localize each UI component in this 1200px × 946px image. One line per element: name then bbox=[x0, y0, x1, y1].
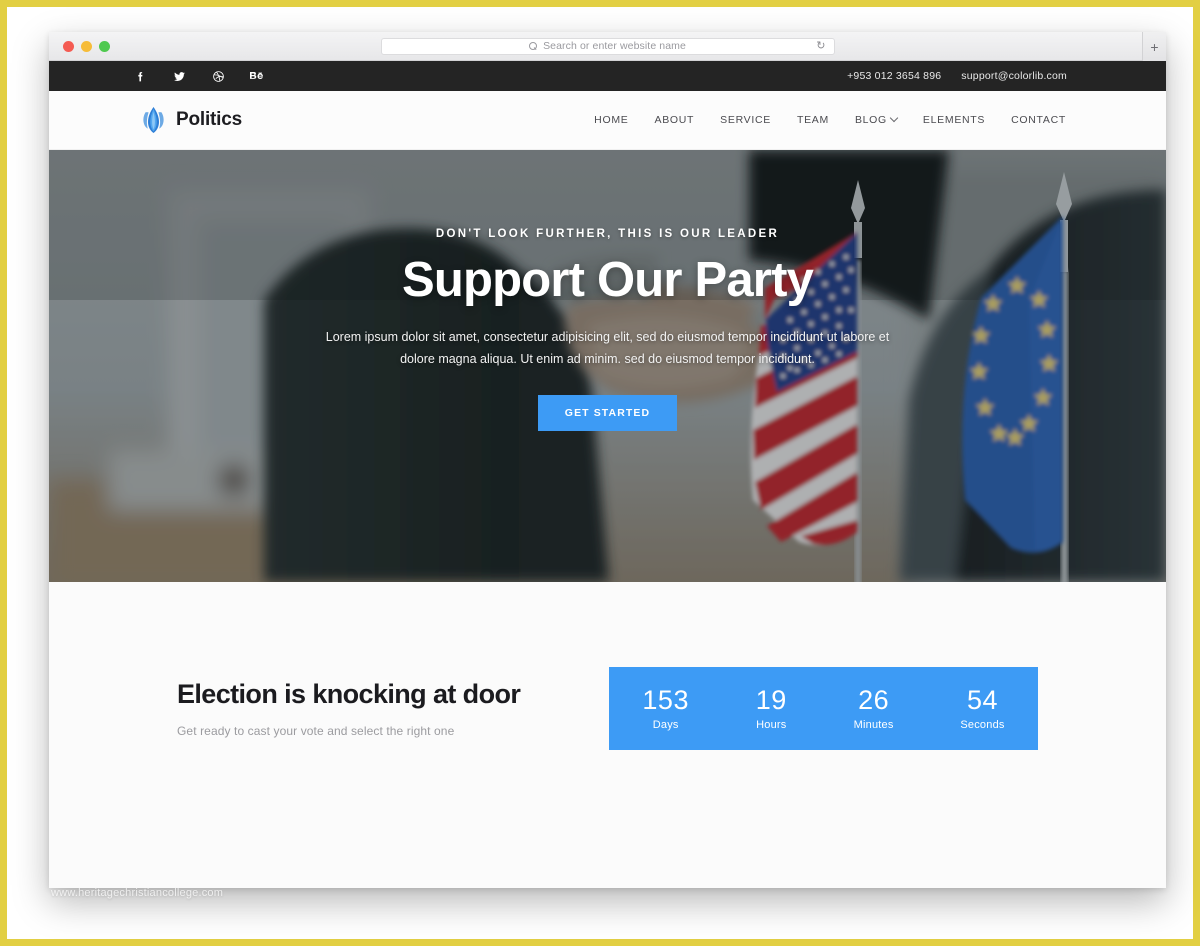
site-header: Politics HOME ABOUT SERVICE TEAM BLOG EL… bbox=[49, 91, 1166, 150]
droplet-logo-icon bbox=[141, 106, 166, 134]
maximize-window-button[interactable] bbox=[99, 40, 110, 52]
behance-icon[interactable] bbox=[250, 69, 264, 83]
hero-section: DON'T LOOK FURTHER, THIS IS OUR LEADER S… bbox=[49, 150, 1166, 582]
nav-label: ABOUT bbox=[654, 114, 695, 126]
countdown-hours-value: 19 bbox=[755, 685, 787, 716]
address-bar[interactable]: Search or enter website name ↻ bbox=[380, 37, 835, 55]
hero-content: DON'T LOOK FURTHER, THIS IS OUR LEADER S… bbox=[49, 228, 1166, 431]
countdown-minutes: 26 Minutes bbox=[853, 685, 894, 731]
address-bar-placeholder: Search or enter website name bbox=[543, 40, 686, 52]
page-frame: Search or enter website name ↻ + +953 01… bbox=[0, 0, 1200, 946]
chevron-down-icon bbox=[889, 113, 899, 123]
countdown-title: Election is knocking at door bbox=[177, 679, 521, 709]
countdown-minutes-value: 26 bbox=[858, 685, 890, 716]
countdown-seconds-label: Seconds bbox=[960, 718, 1005, 731]
search-icon bbox=[529, 41, 538, 51]
site-topbar: +953 012 3654 896 support@colorlib.com bbox=[49, 61, 1166, 91]
hero-title: Support Our Party bbox=[401, 253, 814, 307]
countdown-inner: Election is knocking at door Get ready t… bbox=[177, 667, 1038, 750]
nav-label: TEAM bbox=[796, 114, 829, 126]
site-logo[interactable]: Politics bbox=[141, 106, 242, 134]
browser-chrome-bar: Search or enter website name ↻ + bbox=[49, 32, 1166, 61]
email-address[interactable]: support@colorlib.com bbox=[961, 70, 1067, 82]
new-tab-button[interactable]: + bbox=[1142, 32, 1166, 61]
nav-label: CONTACT bbox=[1011, 114, 1066, 126]
nav-label: SERVICE bbox=[720, 114, 771, 126]
countdown-minutes-label: Minutes bbox=[853, 718, 894, 731]
facebook-icon[interactable] bbox=[133, 69, 147, 83]
get-started-button[interactable]: GET STARTED bbox=[537, 394, 678, 431]
nav-item-home[interactable]: HOME bbox=[594, 114, 628, 126]
countdown-days: 153 Days bbox=[642, 685, 689, 731]
countdown-hours: 19 Hours bbox=[755, 685, 787, 731]
dribbble-icon[interactable] bbox=[211, 69, 225, 83]
hero-subtitle: Lorem ipsum dolor sit amet, consectetur … bbox=[325, 329, 890, 366]
nav-item-elements[interactable]: ELEMENTS bbox=[923, 114, 985, 126]
nav-label: BLOG bbox=[854, 114, 887, 126]
minimize-window-button[interactable] bbox=[81, 40, 92, 52]
phone-number[interactable]: +953 012 3654 896 bbox=[847, 70, 941, 82]
countdown-days-value: 153 bbox=[642, 685, 689, 716]
window-controls bbox=[63, 40, 110, 52]
countdown-section: Election is knocking at door Get ready t… bbox=[49, 582, 1166, 888]
social-links bbox=[133, 69, 264, 83]
main-navigation: HOME ABOUT SERVICE TEAM BLOG ELEMENTS CO… bbox=[594, 113, 1066, 126]
twitter-icon[interactable] bbox=[172, 69, 186, 83]
countdown-seconds-value: 54 bbox=[966, 685, 998, 716]
nav-item-service[interactable]: SERVICE bbox=[720, 114, 771, 126]
nav-item-contact[interactable]: CONTACT bbox=[1011, 114, 1066, 126]
countdown-text-block: Election is knocking at door Get ready t… bbox=[177, 667, 521, 738]
countdown-seconds: 54 Seconds bbox=[960, 685, 1005, 731]
reload-icon[interactable]: ↻ bbox=[816, 40, 825, 52]
nav-item-about[interactable]: ABOUT bbox=[654, 114, 694, 126]
nav-item-team[interactable]: TEAM bbox=[797, 114, 829, 126]
countdown-timer: 153 Days 19 Hours 26 Minutes 54 Seconds bbox=[609, 667, 1038, 750]
countdown-hours-label: Hours bbox=[756, 718, 787, 731]
nav-item-blog[interactable]: BLOG bbox=[854, 113, 899, 126]
nav-label: HOME bbox=[594, 114, 629, 126]
browser-window: Search or enter website name ↻ + +953 01… bbox=[49, 32, 1166, 888]
logo-text: Politics bbox=[176, 109, 242, 130]
countdown-days-label: Days bbox=[652, 718, 679, 731]
nav-label: ELEMENTS bbox=[922, 114, 986, 126]
hero-kicker: DON'T LOOK FURTHER, THIS IS OUR LEADER bbox=[435, 228, 780, 240]
close-window-button[interactable] bbox=[63, 40, 74, 52]
watermark-text: www.heritagechristiancollege.com bbox=[51, 887, 224, 899]
contact-info: +953 012 3654 896 support@colorlib.com bbox=[847, 70, 1067, 82]
countdown-subtitle: Get ready to cast your vote and select t… bbox=[177, 724, 455, 738]
